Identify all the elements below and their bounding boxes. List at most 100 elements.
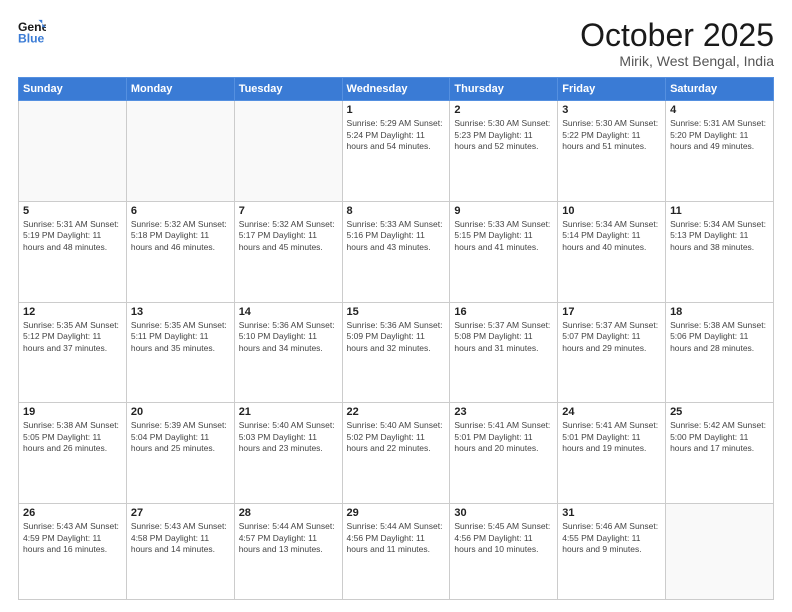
calendar-cell: 31 Sunrise: 5:46 AM Sunset: 4:55 PM Dayli… — [558, 504, 666, 600]
header: General Blue October 2025 Mirik, West Be… — [18, 18, 774, 69]
day-info: Sunrise: 5:35 AM Sunset: 5:12 PM Dayligh… — [23, 320, 122, 354]
calendar-cell — [234, 101, 342, 202]
day-info: Sunrise: 5:37 AM Sunset: 5:07 PM Dayligh… — [562, 320, 661, 354]
location: Mirik, West Bengal, India — [580, 53, 774, 69]
calendar-cell: 3Sunrise: 5:30 AM Sunset: 5:22 PM Daylig… — [558, 101, 666, 202]
calendar-cell: 11 Sunrise: 5:34 AM Sunset: 5:13 PM Dayli… — [666, 201, 774, 302]
calendar-cell: 14 Sunrise: 5:36 AM Sunset: 5:10 PM Dayli… — [234, 302, 342, 403]
day-number: 25 — [670, 406, 769, 418]
day-number: 11 — [670, 205, 769, 217]
day-number: 8 — [347, 205, 446, 217]
week-row-3: 12 Sunrise: 5:35 AM Sunset: 5:12 PM Dayli… — [19, 302, 774, 403]
calendar-cell: 13Sunrise: 5:35 AM Sunset: 5:11 PM Dayli… — [126, 302, 234, 403]
week-row-5: 26Sunrise: 5:43 AM Sunset: 4:59 PM Dayli… — [19, 504, 774, 600]
day-info: Sunrise: 5:44 AM Sunset: 4:56 PM Dayligh… — [347, 521, 446, 555]
day-number: 6 — [131, 205, 230, 217]
day-info: Sunrise: 5:30 AM Sunset: 5:23 PM Dayligh… — [454, 118, 553, 152]
weekday-header-wednesday: Wednesday — [342, 78, 450, 101]
day-number: 14 — [239, 306, 338, 318]
day-info: Sunrise: 5:41 AM Sunset: 5:01 PM Dayligh… — [562, 420, 661, 454]
day-info: Sunrise: 5:29 AM Sunset: 5:24 PM Dayligh… — [347, 118, 446, 152]
day-info: Sunrise: 5:38 AM Sunset: 5:05 PM Dayligh… — [23, 420, 122, 454]
calendar-cell: 1 Sunrise: 5:29 AM Sunset: 5:24 PM Daylig… — [342, 101, 450, 202]
day-number: 21 — [239, 406, 338, 418]
day-number: 24 — [562, 406, 661, 418]
day-info: Sunrise: 5:42 AM Sunset: 5:00 PM Dayligh… — [670, 420, 769, 454]
calendar-cell: 20 Sunrise: 5:39 AM Sunset: 5:04 PM Dayli… — [126, 403, 234, 504]
month-title: October 2025 — [580, 18, 774, 53]
calendar-table: SundayMondayTuesdayWednesdayThursdayFrid… — [18, 77, 774, 600]
week-row-2: 5 Sunrise: 5:31 AM Sunset: 5:19 PM Daylig… — [19, 201, 774, 302]
day-number: 15 — [347, 306, 446, 318]
day-number: 18 — [670, 306, 769, 318]
calendar-cell — [126, 101, 234, 202]
calendar-cell: 4 Sunrise: 5:31 AM Sunset: 5:20 PM Daylig… — [666, 101, 774, 202]
day-number: 12 — [23, 306, 122, 318]
day-number: 20 — [131, 406, 230, 418]
calendar-cell: 6 Sunrise: 5:32 AM Sunset: 5:18 PM Daylig… — [126, 201, 234, 302]
day-number: 26 — [23, 507, 122, 519]
day-number: 31 — [562, 507, 661, 519]
calendar-cell: 17 Sunrise: 5:37 AM Sunset: 5:07 PM Dayli… — [558, 302, 666, 403]
day-info: Sunrise: 5:35 AM Sunset: 5:11 PM Dayligh… — [131, 320, 230, 354]
day-number: 10 — [562, 205, 661, 217]
day-info: Sunrise: 5:36 AM Sunset: 5:09 PM Dayligh… — [347, 320, 446, 354]
calendar-cell — [666, 504, 774, 600]
calendar-cell: 12 Sunrise: 5:35 AM Sunset: 5:12 PM Dayli… — [19, 302, 127, 403]
calendar-cell: 15 Sunrise: 5:36 AM Sunset: 5:09 PM Dayli… — [342, 302, 450, 403]
calendar-cell: 18 Sunrise: 5:38 AM Sunset: 5:06 PM Dayli… — [666, 302, 774, 403]
day-info: Sunrise: 5:37 AM Sunset: 5:08 PM Dayligh… — [454, 320, 553, 354]
day-info: Sunrise: 5:45 AM Sunset: 4:56 PM Dayligh… — [454, 521, 553, 555]
calendar-cell: 16 Sunrise: 5:37 AM Sunset: 5:08 PM Dayli… — [450, 302, 558, 403]
weekday-header-thursday: Thursday — [450, 78, 558, 101]
day-info: Sunrise: 5:31 AM Sunset: 5:20 PM Dayligh… — [670, 118, 769, 152]
week-row-4: 19 Sunrise: 5:38 AM Sunset: 5:05 PM Dayli… — [19, 403, 774, 504]
calendar-cell: 24 Sunrise: 5:41 AM Sunset: 5:01 PM Dayli… — [558, 403, 666, 504]
calendar-cell: 28 Sunrise: 5:44 AM Sunset: 4:57 PM Dayli… — [234, 504, 342, 600]
weekday-header-saturday: Saturday — [666, 78, 774, 101]
calendar-cell: 10Sunrise: 5:34 AM Sunset: 5:14 PM Dayli… — [558, 201, 666, 302]
calendar-cell — [19, 101, 127, 202]
day-info: Sunrise: 5:40 AM Sunset: 5:03 PM Dayligh… — [239, 420, 338, 454]
day-info: Sunrise: 5:46 AM Sunset: 4:55 PM Dayligh… — [562, 521, 661, 555]
calendar-cell: 9 Sunrise: 5:33 AM Sunset: 5:15 PM Daylig… — [450, 201, 558, 302]
calendar-cell: 25 Sunrise: 5:42 AM Sunset: 5:00 PM Dayli… — [666, 403, 774, 504]
day-number: 9 — [454, 205, 553, 217]
day-number: 4 — [670, 104, 769, 116]
weekday-header-tuesday: Tuesday — [234, 78, 342, 101]
day-number: 1 — [347, 104, 446, 116]
day-number: 3 — [562, 104, 661, 116]
day-info: Sunrise: 5:41 AM Sunset: 5:01 PM Dayligh… — [454, 420, 553, 454]
day-info: Sunrise: 5:33 AM Sunset: 5:16 PM Dayligh… — [347, 219, 446, 253]
calendar-cell: 8 Sunrise: 5:33 AM Sunset: 5:16 PM Daylig… — [342, 201, 450, 302]
logo-icon: General Blue — [18, 18, 46, 46]
day-number: 23 — [454, 406, 553, 418]
day-number: 2 — [454, 104, 553, 116]
day-number: 28 — [239, 507, 338, 519]
calendar-cell: 30Sunrise: 5:45 AM Sunset: 4:56 PM Dayli… — [450, 504, 558, 600]
day-number: 5 — [23, 205, 122, 217]
day-info: Sunrise: 5:34 AM Sunset: 5:13 PM Dayligh… — [670, 219, 769, 253]
week-row-1: 1 Sunrise: 5:29 AM Sunset: 5:24 PM Daylig… — [19, 101, 774, 202]
day-info: Sunrise: 5:36 AM Sunset: 5:10 PM Dayligh… — [239, 320, 338, 354]
day-info: Sunrise: 5:44 AM Sunset: 4:57 PM Dayligh… — [239, 521, 338, 555]
day-info: Sunrise: 5:39 AM Sunset: 5:04 PM Dayligh… — [131, 420, 230, 454]
day-info: Sunrise: 5:33 AM Sunset: 5:15 PM Dayligh… — [454, 219, 553, 253]
day-number: 17 — [562, 306, 661, 318]
calendar-cell: 29 Sunrise: 5:44 AM Sunset: 4:56 PM Dayli… — [342, 504, 450, 600]
day-info: Sunrise: 5:32 AM Sunset: 5:18 PM Dayligh… — [131, 219, 230, 253]
day-number: 7 — [239, 205, 338, 217]
calendar-cell: 23 Sunrise: 5:41 AM Sunset: 5:01 PM Dayli… — [450, 403, 558, 504]
page: General Blue October 2025 Mirik, West Be… — [0, 0, 792, 612]
weekday-header-monday: Monday — [126, 78, 234, 101]
day-number: 16 — [454, 306, 553, 318]
calendar-cell: 2 Sunrise: 5:30 AM Sunset: 5:23 PM Daylig… — [450, 101, 558, 202]
day-info: Sunrise: 5:40 AM Sunset: 5:02 PM Dayligh… — [347, 420, 446, 454]
day-info: Sunrise: 5:31 AM Sunset: 5:19 PM Dayligh… — [23, 219, 122, 253]
day-number: 29 — [347, 507, 446, 519]
calendar-cell: 21 Sunrise: 5:40 AM Sunset: 5:03 PM Dayli… — [234, 403, 342, 504]
day-info: Sunrise: 5:43 AM Sunset: 4:58 PM Dayligh… — [131, 521, 230, 555]
day-info: Sunrise: 5:38 AM Sunset: 5:06 PM Dayligh… — [670, 320, 769, 354]
day-number: 27 — [131, 507, 230, 519]
day-number: 19 — [23, 406, 122, 418]
